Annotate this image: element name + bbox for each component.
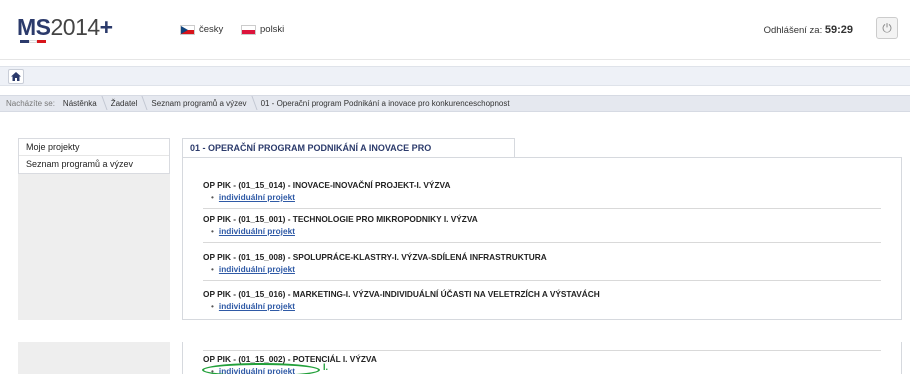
call-link[interactable]: individuální projekt [219,301,295,311]
sidebar-item-programs[interactable]: Seznam programů a výzev [19,156,169,173]
logo-flag-bar [20,40,46,43]
call-title: OP PIK - (01_15_014) - INOVACE-INOVAČNÍ … [203,180,451,190]
highlight-marker: I. [323,362,329,372]
sidebar-background [18,174,170,320]
call-link[interactable]: individuální projekt [219,226,295,236]
logo-year: 2014 [50,14,101,40]
call-item: OP PIK - (01_15_008) - SPOLUPRÁCE-KLASTR… [203,252,881,281]
home-icon [11,72,21,81]
breadcrumb-item-zadatel[interactable]: Žadatel [111,99,146,108]
bullet: • [211,192,214,202]
call-item: OP PIK - (01_15_016) - MARKETING-I. VÝZV… [203,289,881,317]
breadcrumb-item-programs[interactable]: Seznam programů a výzev [151,99,254,108]
logout-timer: Odhlášení za: 59:29 [764,24,853,36]
app-header: MS2014+ česky polski Odhlášení za: 59:29… [0,0,910,60]
sidebar-background-lower [18,342,170,374]
breadcrumb-item-current: 01 - Operační program Podnikání a inovac… [260,99,510,108]
bullet: • [211,226,214,236]
breadcrumb: Nacházíte se: Nástěnka Žadatel Seznam pr… [0,95,910,112]
call-link[interactable]: individuální projekt [219,192,295,202]
breadcrumb-item-nastenka[interactable]: Nástěnka [63,99,105,108]
call-item: OP PIK - (01_15_014) - INOVACE-INOVAČNÍ … [203,180,881,209]
home-button[interactable] [8,69,24,84]
sidebar-item-my-projects[interactable]: Moje projekty [19,139,169,156]
calls-panel: OP PIK - (01_15_014) - INOVACE-INOVAČNÍ … [182,157,902,320]
call-title: OP PIK - (01_15_002) - POTENCIÁL I. VÝZV… [203,354,377,364]
toolbar [0,66,910,86]
call-item: OP PIK - (01_15_001) - TECHNOLOGIE PRO M… [203,214,881,243]
logout-time: 59:29 [824,24,853,36]
breadcrumb-lead: Nacházíte se: [6,99,55,108]
czech-flag-icon [180,24,195,35]
language-cz[interactable]: česky [180,24,223,35]
tab-program[interactable]: 01 - OPERAČNÍ PROGRAM PODNIKÁNÍ A INOVAC… [182,138,515,172]
language-cz-label: česky [199,24,224,35]
bullet: • [211,301,214,311]
logo-ms: MS [17,14,51,40]
sidebar: Moje projekty Seznam programů a výzev [18,138,170,174]
bullet: • [211,264,214,274]
polish-flag-icon [241,24,256,35]
language-pl-label: polski [260,24,285,35]
logo-plus: + [99,14,113,40]
call-title: OP PIK - (01_15_016) - MARKETING-I. VÝZV… [203,289,600,299]
call-title: OP PIK - (01_15_001) - TECHNOLOGIE PRO M… [203,214,478,224]
call-link[interactable]: individuální projekt [219,264,295,274]
language-pl[interactable]: polski [241,24,284,35]
app-logo[interactable]: MS2014+ [17,14,113,41]
highlight-oval [202,363,320,374]
call-title: OP PIK - (01_15_008) - SPOLUPRÁCE-KLASTR… [203,252,547,262]
power-icon[interactable]: ⏻ [876,17,898,39]
logout-label: Odhlášení za: [763,25,823,36]
